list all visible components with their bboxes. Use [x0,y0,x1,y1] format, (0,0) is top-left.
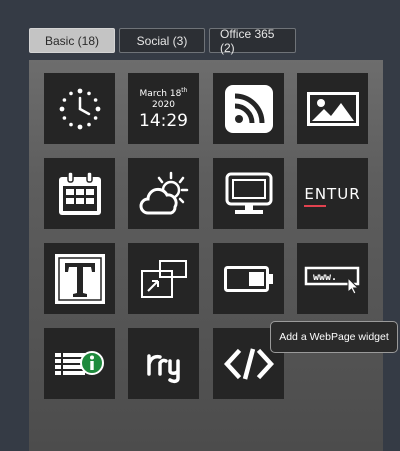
tab-social[interactable]: Social (3) [119,28,205,53]
screen-widget[interactable] [213,158,284,229]
battery-widget[interactable] [213,243,284,314]
clock-widget[interactable] [44,73,115,144]
date-time-display: March 18th 2020 14:29 [139,87,188,131]
calendar-widget[interactable] [44,158,115,229]
info-list-icon [54,350,104,375]
image-widget[interactable] [297,73,368,144]
rss-icon [224,84,273,133]
tab-basic[interactable]: Basic (18) [29,28,115,53]
www-cursor-icon: www. [304,266,359,294]
fry-widget[interactable] [128,328,199,399]
svg-text:www.: www. [313,272,337,283]
analog-clock-icon [59,88,100,129]
text-t-icon [54,253,105,304]
widget-panel: March 18th 2020 14:29 ENTUR www. [29,60,383,451]
info-list-widget[interactable] [44,328,115,399]
image-icon [306,91,359,126]
resize-icon [140,259,187,298]
date-time-widget[interactable]: March 18th 2020 14:29 [128,73,199,144]
widget-category-tabs: Basic (18) Social (3) Office 365 (2) [29,27,296,55]
tooltip-text: Add a WebPage widget [279,331,389,343]
tooltip: Add a WebPage widget [270,321,398,353]
entur-widget[interactable]: ENTUR [297,158,368,229]
text-widget[interactable] [44,243,115,314]
tab-office-365[interactable]: Office 365 (2) [209,27,296,55]
webpage-widget[interactable]: www. [297,243,368,314]
code-icon [223,347,274,380]
weather-widget[interactable] [128,158,199,229]
weather-sun-cloud-icon [139,171,188,214]
rss-widget[interactable] [213,73,284,144]
battery-icon [223,265,273,292]
calendar-icon [58,170,101,215]
scale-widget[interactable] [128,243,199,314]
entur-logo: ENTUR [304,185,360,207]
fry-logo [146,353,180,383]
monitor-icon [225,172,272,214]
